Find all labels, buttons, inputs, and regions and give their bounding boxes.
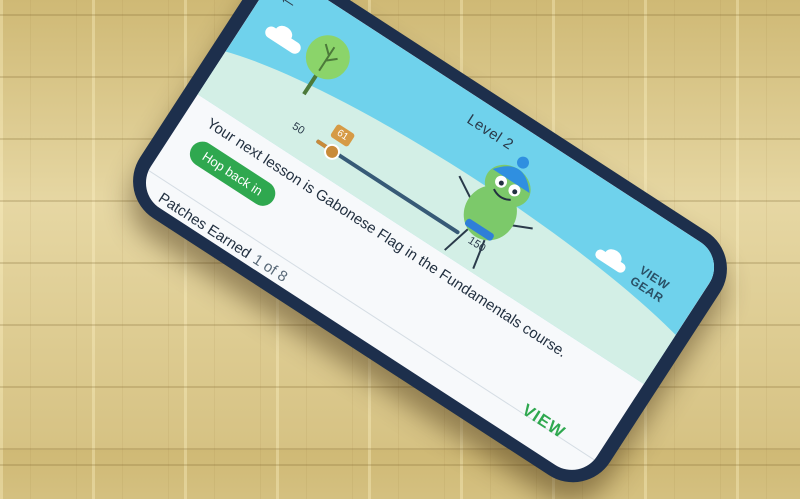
photo-scene: ← Level 2: [0, 0, 800, 499]
concepts-learned-label: Concepts Learned: [134, 264, 224, 350]
phone-device: ← Level 2: [116, 0, 744, 499]
